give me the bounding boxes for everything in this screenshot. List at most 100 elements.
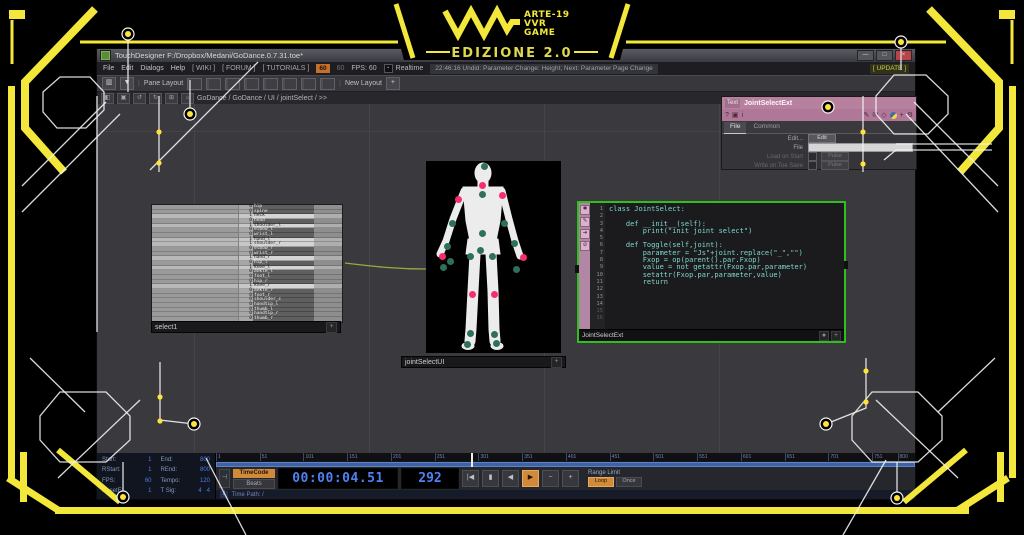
- minimize-button[interactable]: —: [857, 50, 874, 61]
- node-jointselectext-namebar[interactable]: JointSelectExt ● +: [579, 329, 844, 341]
- maximize-button[interactable]: □: [876, 50, 893, 61]
- pane-split-icon[interactable]: ▥: [102, 77, 116, 90]
- node-select1-namebar[interactable]: select1 +: [151, 321, 341, 333]
- joint-dot-ankle_r[interactable]: [491, 331, 498, 338]
- timeline-field[interactable]: End:800: [161, 456, 211, 465]
- joint-dot-neck[interactable]: [479, 182, 486, 189]
- once-button[interactable]: Once: [616, 477, 642, 487]
- node-viewer-namebar[interactable]: jointSelectUI +: [401, 356, 566, 368]
- realtime-toggle[interactable]: ▪ Realtime: [384, 64, 424, 73]
- code-text[interactable]: class JointSelect: def __init__(self): p…: [605, 203, 844, 329]
- joint-dot-hand_l[interactable]: [439, 253, 446, 260]
- step-forward-button[interactable]: +: [562, 470, 579, 487]
- add-page-icon[interactable]: +: [900, 110, 904, 121]
- beats-mode-button[interactable]: Beats: [233, 479, 275, 489]
- joint-dot-thumb_r[interactable]: [513, 266, 520, 273]
- python-icon[interactable]: [890, 112, 897, 119]
- joint-dot-knee_r[interactable]: [491, 291, 498, 298]
- timeline-field[interactable]: ResetF:1: [102, 487, 152, 496]
- gear-icon[interactable]: ⚙: [907, 110, 913, 121]
- joint-dot-head[interactable]: [481, 163, 488, 170]
- timeline-field[interactable]: FPS:60: [102, 477, 152, 486]
- window-titlebar[interactable]: TouchDesigner F:/Dropbox/Medani/GoDance.…: [97, 49, 915, 62]
- help-icon[interactable]: ?: [725, 110, 729, 121]
- layout-preset-button[interactable]: [206, 78, 221, 90]
- home-icon[interactable]: ⌂: [181, 93, 194, 104]
- grid-icon[interactable]: ⊞: [165, 93, 178, 104]
- update-badge[interactable]: [ UPDATE ]: [870, 64, 909, 74]
- dat-edit-icon[interactable]: ✎: [580, 217, 590, 227]
- nav-back-icon[interactable]: ◧: [101, 93, 114, 104]
- copy-icon[interactable]: ▣: [732, 110, 739, 121]
- node-output-connector[interactable]: [844, 261, 848, 269]
- timeline-field[interactable]: REnd:800: [161, 466, 211, 475]
- joint-dot-wrist_l[interactable]: [444, 243, 451, 250]
- timeline-field[interactable]: Tempo:120: [161, 477, 211, 486]
- layout-preset-button[interactable]: [301, 78, 316, 90]
- timeline-field[interactable]: RStart:1: [102, 466, 152, 475]
- tutorials-link[interactable]: [ TUTORIALS ]: [263, 65, 310, 72]
- timeline-field[interactable]: T Sig:4 4: [161, 487, 211, 496]
- layout-preset-button[interactable]: [320, 78, 335, 90]
- file-field[interactable]: [808, 143, 913, 152]
- add-layout-button[interactable]: +: [386, 77, 400, 90]
- node-input-connector[interactable]: [575, 265, 579, 273]
- layout-preset-button[interactable]: [225, 78, 240, 90]
- parameter-dialog[interactable]: Text JointSelectExt ? ▣ i ✎ ✉ ◇ + ⚙ File…: [721, 96, 917, 170]
- menu-dialogs[interactable]: Dialogs: [140, 65, 163, 72]
- menu-file[interactable]: File: [103, 65, 114, 72]
- playhead[interactable]: [471, 453, 473, 467]
- pane-dropdown-icon[interactable]: ▼: [120, 77, 134, 90]
- tab-file[interactable]: File: [724, 122, 746, 133]
- forum-link[interactable]: [ FORUM ]: [222, 65, 255, 72]
- play-reverse-button[interactable]: ◀: [502, 470, 519, 487]
- layout-preset-button[interactable]: [244, 78, 259, 90]
- timeline-field[interactable]: Start:1: [102, 456, 152, 465]
- play-button[interactable]: ▶: [522, 470, 539, 487]
- joint-dot-hip_l[interactable]: [467, 253, 474, 260]
- info-icon[interactable]: i: [742, 110, 744, 121]
- menu-edit[interactable]: Edit: [121, 65, 133, 72]
- node-viewer-jointselectui[interactable]: [426, 161, 561, 353]
- network-path[interactable]: GoDance / GoDance / UI / jointSelect / >…: [197, 95, 327, 102]
- parameter-dialog-header[interactable]: Text JointSelectExt: [722, 97, 916, 109]
- node-flag-icon[interactable]: +: [831, 331, 841, 341]
- tab-common[interactable]: Common: [747, 122, 785, 133]
- pause-button[interactable]: ▮: [482, 470, 499, 487]
- close-button[interactable]: ×: [895, 50, 912, 61]
- joint-dot-hip_r[interactable]: [489, 253, 496, 260]
- pulse-button[interactable]: Pulse: [821, 161, 849, 170]
- dat-clear-icon[interactable]: ⊘: [580, 241, 590, 251]
- nav-forward-icon[interactable]: ▣: [117, 93, 130, 104]
- node-select1-table[interactable]: 0hip0spine1neck0head1shoulder_l0elbow_l0…: [151, 204, 343, 323]
- timeline-settings-panel[interactable]: Start:1 End:800 RStart:1 REnd:800 FPS:60 Temp…: [97, 453, 216, 499]
- load-on-start-toggle[interactable]: [808, 152, 817, 161]
- node-flag-icon[interactable]: +: [551, 357, 562, 368]
- joint-dot-thumb_l[interactable]: [440, 264, 447, 271]
- language-icon[interactable]: ✎: [863, 110, 869, 121]
- step-back-button[interactable]: −: [542, 470, 559, 487]
- joint-dot-knee_l[interactable]: [469, 291, 476, 298]
- joint-dot-wrist_r[interactable]: [511, 240, 518, 247]
- wiki-link[interactable]: [ WIKI ]: [192, 65, 215, 72]
- go-start-button[interactable]: |◀: [462, 470, 479, 487]
- expression-icon[interactable]: ◇: [881, 110, 886, 121]
- dat-run-icon[interactable]: ➔: [580, 229, 590, 239]
- layout-preset-button[interactable]: [263, 78, 278, 90]
- redo-icon[interactable]: ↻: [149, 93, 162, 104]
- layout-preset-button[interactable]: [282, 78, 297, 90]
- realtime-checkbox-icon[interactable]: ▪: [384, 64, 393, 73]
- edit-button[interactable]: Edit: [808, 134, 836, 143]
- pulse-button[interactable]: Pulse: [821, 152, 849, 161]
- write-on-toe-save-toggle[interactable]: [808, 161, 817, 170]
- timeline-collapse-button[interactable]: ⊣: [219, 469, 230, 488]
- node-jointselectext-editor[interactable]: ✱ ✎ ➔ ⊘ 12345678910111213141516 class Jo…: [577, 201, 846, 343]
- layout-preset-button[interactable]: [187, 78, 202, 90]
- comment-icon[interactable]: ✉: [872, 110, 878, 121]
- timecode-mode-button[interactable]: TimeCode: [233, 469, 275, 478]
- dat-settings-icon[interactable]: ✱: [580, 205, 590, 215]
- menu-help[interactable]: Help: [171, 65, 185, 72]
- undo-icon[interactable]: ↺: [133, 93, 146, 104]
- node-viewer-flag-icon[interactable]: ●: [819, 331, 829, 341]
- loop-button[interactable]: Loop: [588, 477, 614, 487]
